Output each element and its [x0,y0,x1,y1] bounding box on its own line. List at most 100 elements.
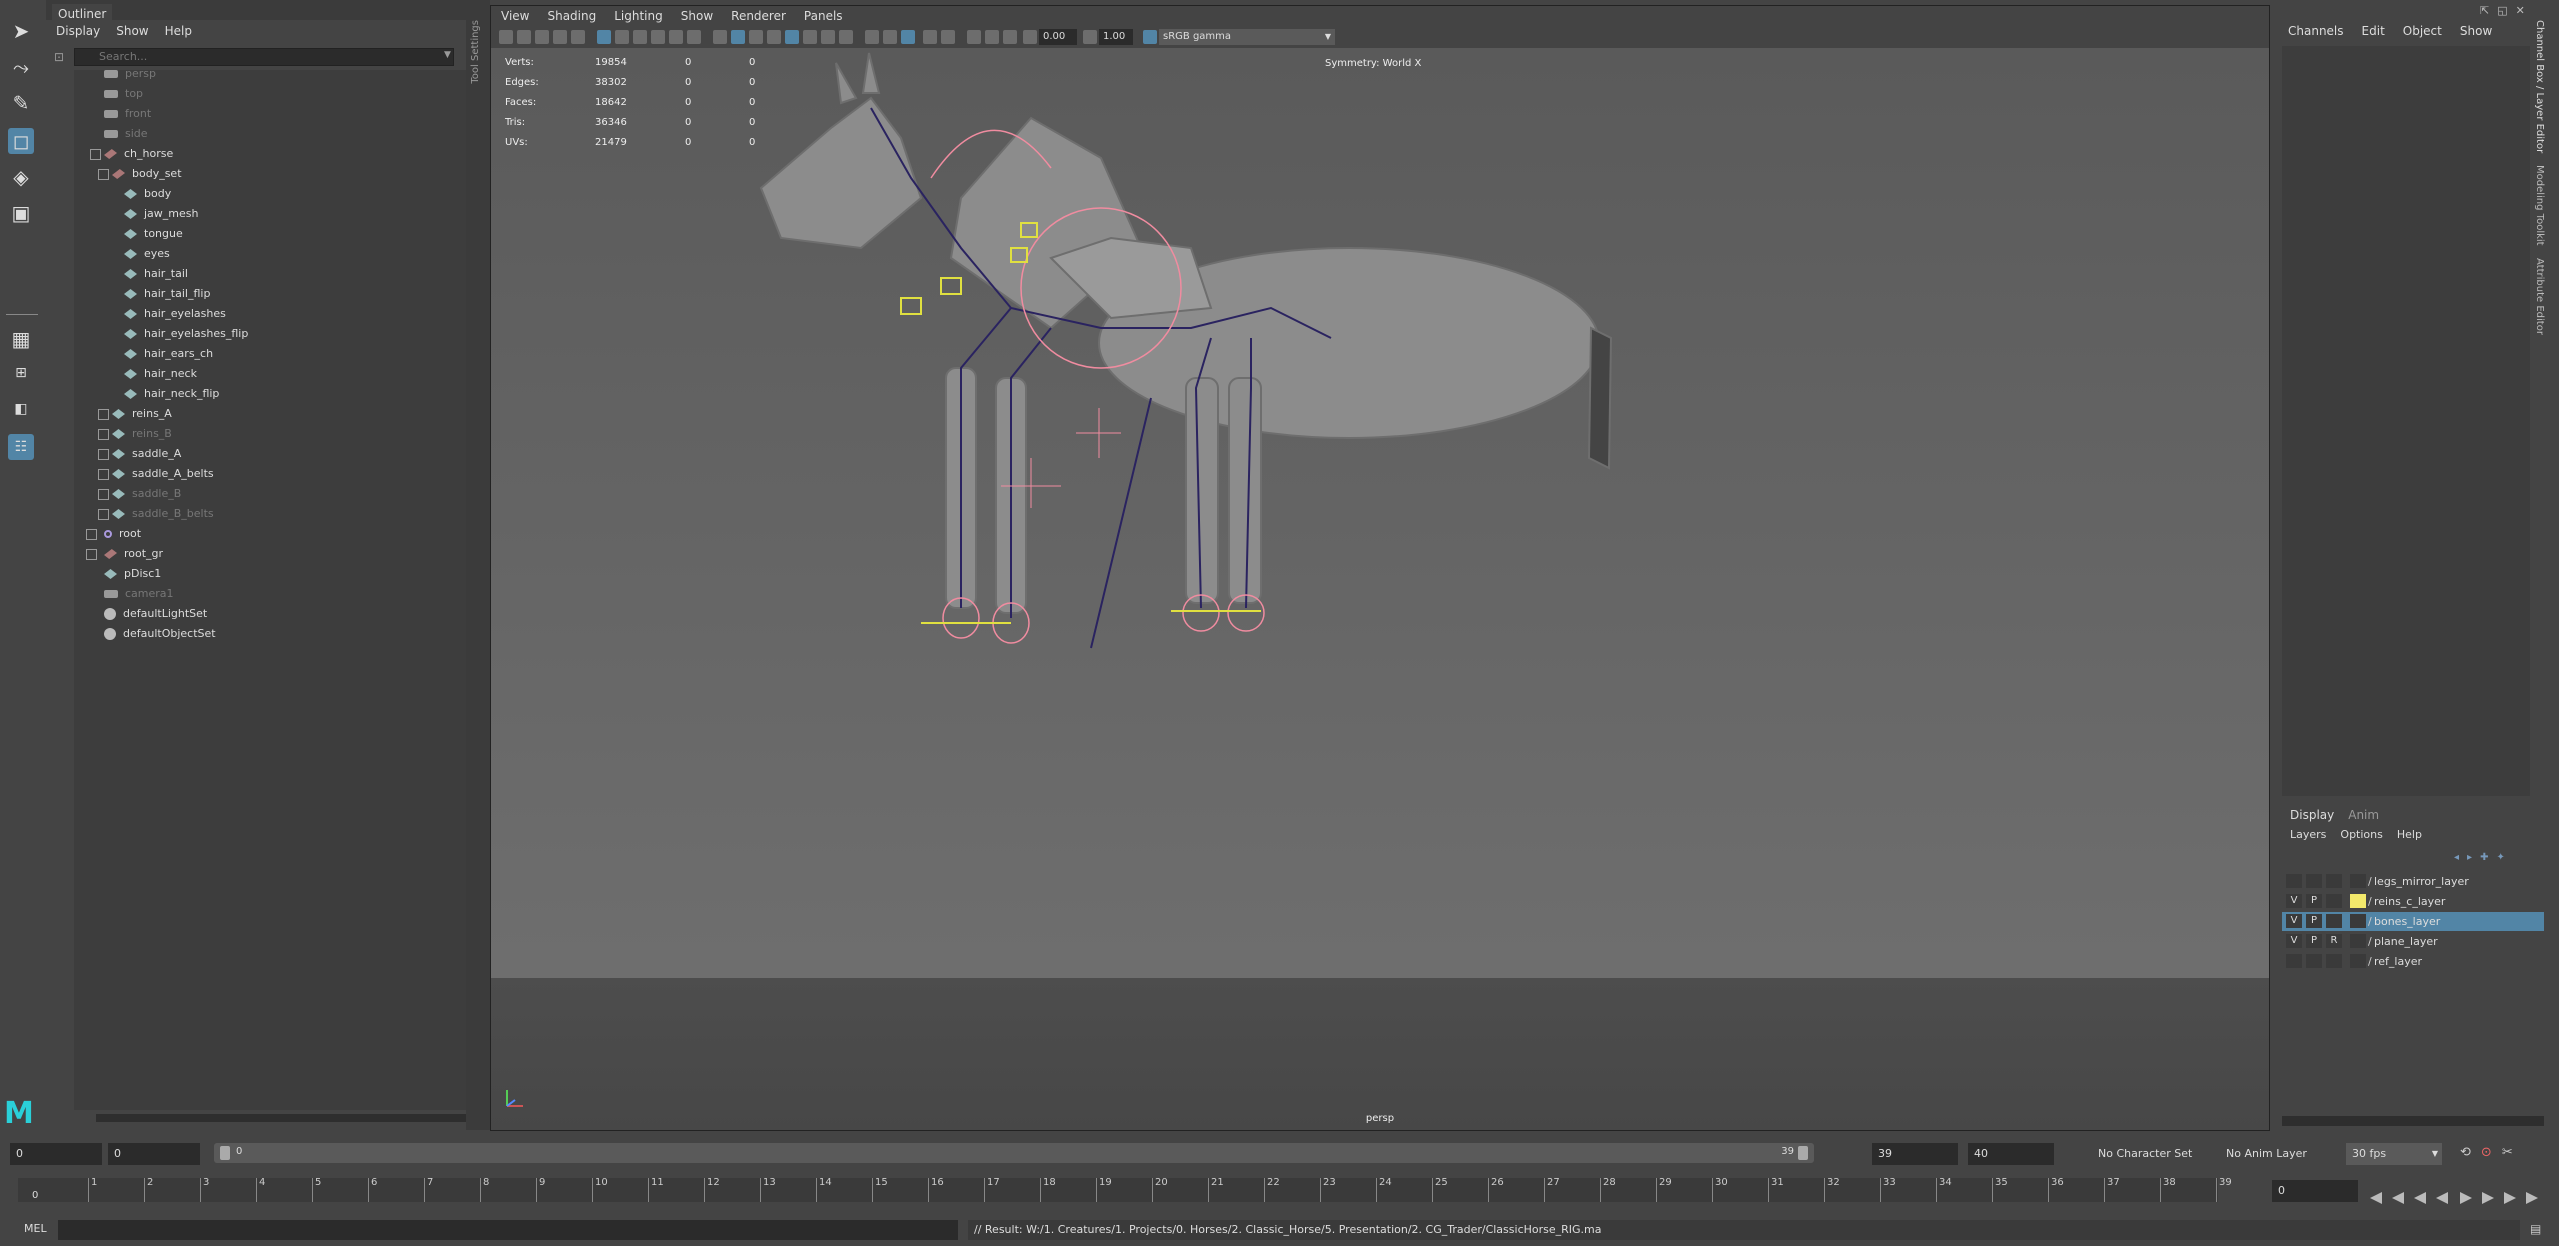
step-back-frame-icon[interactable] [2414,1192,2426,1204]
layer-color-swatch[interactable] [2350,954,2366,968]
layer-hscrollbar[interactable] [2282,1116,2544,1126]
outliner-item[interactable]: hair_tail [124,264,188,284]
safe-action-icon[interactable] [687,30,701,44]
outliner-item[interactable]: defaultLightSet [104,604,207,624]
play-backwards-icon[interactable] [2436,1192,2448,1204]
outliner-item[interactable]: body [124,184,171,204]
viewport-menu-shading[interactable]: Shading [547,9,596,23]
outliner-item[interactable]: hair_eyelashes [124,304,226,324]
panel-close-icon[interactable]: ✕ [2516,4,2525,17]
four-view-layout-icon[interactable]: ⊞ [8,360,34,386]
outliner-item[interactable]: tongue [124,224,183,244]
side-tab-attribute-editor[interactable]: Attribute Editor [2534,258,2545,335]
field-chart-icon[interactable] [669,30,683,44]
wireframe-shade-icon[interactable] [713,30,727,44]
layer-visibility-toggle[interactable]: V [2286,934,2302,948]
layer-visibility-toggle[interactable]: V [2286,914,2302,928]
outliner-item[interactable]: hair_neck [124,364,197,384]
filter-icon[interactable]: ⊡ [54,50,64,64]
viewport-menu-lighting[interactable]: Lighting [614,9,663,23]
step-forward-frame-icon[interactable] [2482,1192,2494,1204]
scale-tool-icon[interactable]: ▣ [8,200,34,226]
move-layer-up-icon[interactable]: ◂ [2454,852,2459,863]
expand-toggle-icon[interactable] [98,429,109,440]
hud-toggle-icon[interactable] [1003,30,1017,44]
panel-float-icon[interactable]: ◱ [2497,4,2507,17]
cb-menu-object[interactable]: Object [2403,24,2442,38]
cb-menu-show[interactable]: Show [2460,24,2492,38]
side-tab-modeling-toolkit[interactable]: Modeling Toolkit [2534,165,2545,246]
time-ruler[interactable]: 0 1 2 3 4 5 6 7 8 9 10 11 12 13 14 15 16 17 18 19 20 21 22 23 2… [18,1178,2232,1202]
outliner-item[interactable]: top [104,84,143,104]
expand-toggle-icon[interactable] [98,169,109,180]
side-tab-channel-box[interactable]: Channel Box / Layer Editor [2534,20,2545,153]
colorspace-dropdown[interactable]: sRGB gamma ▼ [1159,29,1335,45]
select-tool-icon[interactable]: ➤ [8,18,34,44]
loop-icon[interactable]: ⟲ [2460,1145,2471,1160]
command-language-label[interactable]: MEL [24,1222,47,1235]
outliner-item[interactable]: hair_tail_flip [124,284,210,304]
layer-menu-layers[interactable]: Layers [2290,828,2326,848]
expand-toggle-icon[interactable] [86,549,97,560]
outliner-item[interactable]: defaultObjectSet [104,624,216,644]
viewport-scene[interactable]: Verts: 19854 0 0 Edges: 38302 0 0 Faces:… [491,48,2269,1130]
panel-dock-icon[interactable]: ⇱ [2480,4,2489,17]
layer-row[interactable]: / legs_mirror_layer [2282,872,2544,891]
range-slider-end-handle[interactable] [1798,1146,1808,1160]
expand-toggle-icon[interactable] [98,409,109,420]
expand-toggle-icon[interactable] [98,509,109,520]
outliner-tab[interactable]: Outliner [52,4,113,24]
layer-color-swatch[interactable] [2350,894,2366,908]
layer-display-type-toggle[interactable] [2326,914,2342,928]
outliner-hscrollbar[interactable] [96,1114,492,1122]
anim-layer-dropdown[interactable]: No Anim Layer [2220,1143,2330,1165]
new-layer-icon[interactable]: ✚ [2480,852,2488,863]
move-tool-icon[interactable]: ◻ [8,128,34,154]
anti-aliasing-icon[interactable] [901,30,915,44]
current-frame-field[interactable]: 0 [2272,1180,2358,1202]
motion-blur-icon[interactable] [883,30,897,44]
exposure-icon[interactable] [1023,30,1037,44]
start-time-field[interactable]: 0 [10,1143,102,1165]
layer-row[interactable]: V P / reins_c_layer [2282,892,2544,911]
layer-visibility-toggle[interactable] [2286,954,2302,968]
textured-icon[interactable] [803,30,817,44]
outliner-item[interactable]: root_gr [104,544,163,564]
two-view-layout-icon[interactable]: ◧ [8,396,34,422]
layer-playback-toggle[interactable] [2306,874,2322,888]
cb-menu-edit[interactable]: Edit [2362,24,2385,38]
range-end-field[interactable]: 39 [1872,1143,1958,1165]
depth-of-field-icon[interactable] [923,30,937,44]
layer-menu-help[interactable]: Help [2397,828,2422,848]
image-plane-icon[interactable] [553,30,567,44]
single-view-layout-icon[interactable]: ▦ [8,326,34,352]
outliner-item[interactable]: saddle_B_belts [112,504,214,524]
outliner-layout-icon[interactable]: ☷ [8,434,34,460]
default-material-icon[interactable] [749,30,763,44]
go-to-end-icon[interactable] [2526,1192,2538,1204]
outliner-item[interactable]: hair_ears_ch [124,344,213,364]
layer-display-type-toggle[interactable] [2326,954,2342,968]
play-forwards-icon[interactable] [2460,1192,2472,1204]
step-back-key-icon[interactable] [2392,1192,2404,1204]
paint-select-tool-icon[interactable]: ✎ [8,90,34,116]
viewport-menu-view[interactable]: View [501,9,529,23]
layer-row[interactable]: V P R / plane_layer [2282,932,2544,951]
outliner-item[interactable]: ch_horse [104,144,173,164]
layer-tab-display[interactable]: Display [2290,808,2334,826]
layer-display-type-toggle[interactable] [2326,894,2342,908]
lights-icon[interactable] [821,30,835,44]
script-editor-icon[interactable]: ▤ [2530,1222,2541,1236]
layer-row[interactable]: / ref_layer [2282,952,2544,971]
shadows-icon[interactable] [839,30,853,44]
outliner-item[interactable]: hair_neck_flip [124,384,219,404]
isolate-select-icon[interactable] [941,30,955,44]
expand-toggle-icon[interactable] [86,529,97,540]
new-layer-selected-icon[interactable]: ✦ [2496,852,2504,863]
gamma-field[interactable]: 1.00 [1099,29,1133,45]
range-slider-start-handle[interactable] [220,1146,230,1160]
wireframe-on-shaded-icon[interactable] [767,30,781,44]
layer-menu-options[interactable]: Options [2340,828,2382,848]
layer-color-swatch[interactable] [2350,874,2366,888]
outliner-item[interactable]: eyes [124,244,170,264]
